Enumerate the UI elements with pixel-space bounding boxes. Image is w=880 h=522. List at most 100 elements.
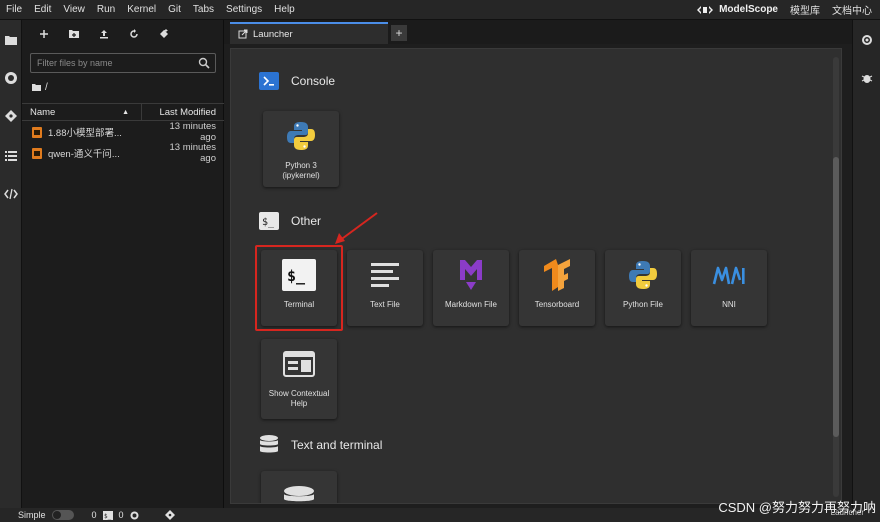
git-clone-button[interactable] bbox=[156, 26, 172, 42]
python-file-card[interactable]: Python File bbox=[605, 250, 681, 326]
red-arrow-icon bbox=[335, 212, 378, 244]
console-section-header: Console bbox=[259, 71, 335, 91]
launcher-scroll-thumb[interactable] bbox=[833, 157, 839, 437]
nni-icon bbox=[712, 258, 746, 292]
menu-tabs[interactable]: Tabs bbox=[187, 0, 220, 20]
docs-center-link[interactable]: 文档中心 bbox=[832, 2, 872, 17]
menu-git[interactable]: Git bbox=[162, 0, 187, 20]
upload-button[interactable] bbox=[96, 26, 112, 42]
terminal-count: 0 bbox=[91, 510, 97, 520]
main-area: Launcher + Console Python 3 (ipykernel) bbox=[224, 20, 852, 508]
contextual-help-icon bbox=[282, 347, 316, 381]
tensorflow-icon bbox=[540, 258, 574, 292]
kernel-status-icon[interactable] bbox=[130, 511, 139, 520]
other-section-icon: $_ bbox=[259, 211, 279, 231]
new-launcher-button[interactable] bbox=[36, 26, 52, 42]
launcher-panel: Console Python 3 (ipykernel) $_ Other $_ bbox=[230, 48, 842, 504]
python-file-icon bbox=[626, 258, 660, 292]
file-modified: 13 minutes ago bbox=[169, 142, 216, 164]
console-icon bbox=[259, 71, 279, 91]
terminal-highlight-box bbox=[255, 245, 343, 331]
modelscope-logo-icon bbox=[697, 5, 714, 14]
tab-launcher-label: Launcher bbox=[253, 28, 293, 40]
menu-help[interactable]: Help bbox=[268, 0, 301, 20]
left-activity-bar bbox=[0, 20, 22, 508]
table-of-contents-icon[interactable] bbox=[3, 148, 19, 164]
file-row[interactable]: qwen-通义千问... 13 minutes ago bbox=[22, 142, 224, 164]
file-browser-panel: / Name ▲ Last Modified 1.88小模型部署... 13 m… bbox=[22, 20, 224, 508]
menu-view[interactable]: View bbox=[57, 0, 91, 20]
name-column-header[interactable]: Name ▲ bbox=[22, 104, 142, 120]
other-section-title: Other bbox=[291, 214, 322, 228]
terminal-status-icon[interactable]: $_ bbox=[102, 510, 113, 520]
running-kernels-icon[interactable] bbox=[3, 70, 19, 86]
breadcrumb-path[interactable]: / bbox=[45, 82, 48, 93]
database-card-icon bbox=[282, 479, 316, 503]
nni-label: NNI bbox=[722, 300, 736, 309]
tab-launcher[interactable]: Launcher bbox=[230, 22, 388, 44]
file-filter-input[interactable] bbox=[31, 54, 191, 72]
markdown-file-label: Markdown File bbox=[444, 300, 497, 309]
other-section-header: $_ Other bbox=[259, 211, 321, 231]
sort-ascending-icon: ▲ bbox=[122, 109, 129, 116]
text-terminal-section-header: Text and terminal bbox=[259, 435, 382, 455]
last-modified-column-header[interactable]: Last Modified bbox=[142, 107, 224, 118]
git-icon[interactable] bbox=[3, 108, 19, 124]
git-status-icon[interactable] bbox=[164, 510, 175, 520]
kernel-count: 0 bbox=[118, 510, 124, 520]
simple-mode-toggle[interactable] bbox=[51, 510, 74, 520]
svg-text:$_: $_ bbox=[262, 217, 275, 228]
file-row[interactable]: 1.88小模型部署... 13 minutes ago bbox=[22, 121, 224, 143]
menu-file[interactable]: File bbox=[0, 0, 28, 20]
file-browser-toolbar bbox=[22, 20, 223, 48]
name-column-label: Name bbox=[30, 106, 56, 118]
file-list-header: Name ▲ Last Modified bbox=[22, 103, 224, 121]
menu-run[interactable]: Run bbox=[91, 0, 121, 20]
tab-bar: Launcher + bbox=[224, 20, 852, 44]
file-name: 1.88小模型部署... bbox=[48, 128, 122, 139]
model-library-link[interactable]: 模型库 bbox=[790, 2, 820, 17]
python-logo-icon bbox=[284, 119, 318, 153]
tensorboard-label: Tensorboard bbox=[534, 300, 580, 309]
text-terminal-card[interactable] bbox=[261, 471, 337, 503]
code-icon[interactable] bbox=[3, 186, 19, 202]
file-name: qwen-通义千问... bbox=[48, 149, 120, 160]
folder-icon[interactable] bbox=[32, 84, 41, 91]
launcher-tab-icon bbox=[238, 29, 248, 39]
markdown-icon bbox=[454, 258, 488, 292]
contextual-help-label: Show Contextual Help bbox=[268, 389, 330, 408]
property-inspector-icon[interactable] bbox=[859, 32, 875, 48]
markdown-file-card[interactable]: Markdown File bbox=[433, 250, 509, 326]
right-side-bar bbox=[852, 20, 880, 508]
simple-mode-label: Simple bbox=[18, 510, 46, 520]
notebook-file-icon bbox=[32, 147, 42, 159]
text-file-card[interactable]: Text File bbox=[347, 250, 423, 326]
svg-text:$_: $_ bbox=[104, 513, 112, 520]
nni-card[interactable]: NNI bbox=[691, 250, 767, 326]
debugger-icon[interactable] bbox=[859, 70, 875, 86]
tensorboard-card[interactable]: Tensorboard bbox=[519, 250, 595, 326]
python3-console-label: Python 3 (ipykernel) bbox=[282, 161, 320, 180]
contextual-help-card[interactable]: Show Contextual Help bbox=[261, 339, 337, 419]
menu-edit[interactable]: Edit bbox=[28, 0, 57, 20]
add-tab-button[interactable]: + bbox=[391, 25, 407, 41]
menu-settings[interactable]: Settings bbox=[220, 0, 268, 20]
new-folder-button[interactable] bbox=[66, 26, 82, 42]
brand-name: ModelScope bbox=[719, 4, 778, 15]
launcher-scrollbar[interactable] bbox=[833, 57, 839, 497]
file-filter-box bbox=[30, 53, 216, 73]
csdn-watermark: CSDN @努力努力再努力呐 bbox=[718, 500, 876, 515]
python-file-label: Python File bbox=[622, 300, 664, 309]
python3-console-card[interactable]: Python 3 (ipykernel) bbox=[263, 111, 339, 187]
database-icon bbox=[259, 435, 279, 455]
file-modified: 13 minutes ago bbox=[169, 121, 216, 143]
console-section-title: Console bbox=[291, 74, 336, 88]
refresh-button[interactable] bbox=[126, 26, 142, 42]
breadcrumb: / bbox=[32, 82, 48, 93]
notebook-file-icon bbox=[32, 126, 42, 138]
menu-bar: File Edit View Run Kernel Git Tabs Setti… bbox=[0, 0, 880, 20]
folder-icon[interactable] bbox=[3, 32, 19, 48]
text-terminal-section-title: Text and terminal bbox=[291, 438, 383, 452]
menu-kernel[interactable]: Kernel bbox=[121, 0, 162, 20]
modelscope-brand[interactable]: ModelScope bbox=[696, 4, 778, 16]
